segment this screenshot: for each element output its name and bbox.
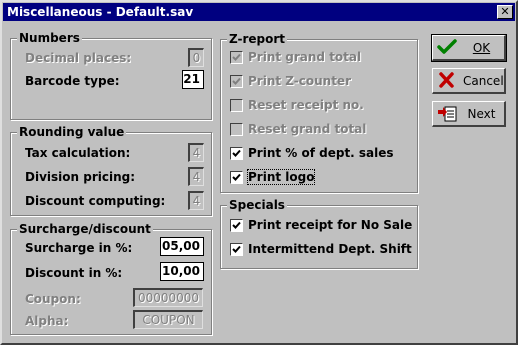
discount-computing-label: Discount computing: <box>25 194 166 208</box>
checkbox-box[interactable] <box>230 219 243 232</box>
checkbox-label: Reset grand total <box>248 122 367 136</box>
specials-legend: Specials <box>227 198 287 212</box>
decimal-places-label: Decimal places: <box>25 51 132 65</box>
checkbox-box[interactable] <box>230 123 243 136</box>
checkbox-box[interactable] <box>230 51 243 64</box>
x-icon <box>437 72 457 91</box>
cancel-button[interactable]: Cancel <box>432 68 506 94</box>
discount-pct-label: Discount in %: <box>25 266 123 280</box>
division-pricing-field[interactable]: 4 <box>188 167 204 186</box>
window-title: Miscellaneous - Default.sav <box>7 5 194 19</box>
surcharge-pct-field[interactable]: 05,00 <box>160 237 204 256</box>
rounding-group: Rounding value Tax calculation: 4 Divisi… <box>10 125 212 216</box>
miscellaneous-dialog: Miscellaneous - Default.sav ✕ Numbers De… <box>0 0 518 345</box>
title-bar[interactable]: Miscellaneous - Default.sav ✕ <box>3 3 515 21</box>
checkbox-box[interactable] <box>230 75 243 88</box>
alpha-field[interactable]: COUPON <box>133 310 203 329</box>
ok-label: OK <box>472 41 491 55</box>
checkbox-label: Intermittend Dept. Shift <box>248 242 412 256</box>
checkbox-label: Print % of dept. sales <box>248 146 394 160</box>
barcode-type-label: Barcode type: <box>25 74 120 88</box>
specials-group: Specials Print receipt for No Sale Interm… <box>220 198 418 269</box>
checkbox-label: Reset receipt no. <box>248 98 364 112</box>
ok-button[interactable]: OK <box>431 34 507 62</box>
coupon-field[interactable]: 00000000 <box>133 288 203 307</box>
alpha-label: Alpha: <box>25 314 69 328</box>
next-page-icon <box>437 105 459 126</box>
coupon-label: Coupon: <box>25 292 81 306</box>
rounding-legend: Rounding value <box>17 125 127 139</box>
checkbox-label: Print Z-counter <box>248 74 351 88</box>
checkbox-box[interactable] <box>230 99 243 112</box>
division-pricing-label: Division pricing: <box>25 170 136 184</box>
next-button[interactable]: Next <box>432 101 506 127</box>
discount-computing-field[interactable]: 4 <box>188 191 204 210</box>
surcharge-discount-legend: Surcharge/discount <box>17 222 153 236</box>
z-report-group: Z-report Print grand total Print Z-counte… <box>220 32 418 193</box>
surcharge-pct-label: Surcharge in %: <box>25 241 133 255</box>
checkbox-label: Print grand total <box>248 50 362 64</box>
check-mark-icon <box>232 149 241 157</box>
checkbox-label: Print receipt for No Sale <box>248 218 413 232</box>
checkbox-box[interactable] <box>230 147 243 160</box>
tax-calculation-label: Tax calculation: <box>25 146 131 160</box>
close-button[interactable]: ✕ <box>497 5 513 19</box>
next-label: Next <box>467 107 496 121</box>
checkbox-box[interactable] <box>230 171 243 184</box>
checkmark-icon <box>437 39 457 58</box>
barcode-type-field[interactable]: 21 <box>182 70 204 89</box>
check-mark-icon <box>232 245 241 253</box>
discount-pct-field[interactable]: 10,00 <box>160 262 204 281</box>
numbers-legend: Numbers <box>17 31 82 45</box>
check-mark-icon <box>232 173 241 181</box>
checkbox-label: Print logo <box>246 169 316 185</box>
close-icon: ✕ <box>500 5 510 18</box>
check-mark-icon <box>232 77 241 85</box>
tax-calculation-field[interactable]: 4 <box>188 143 204 162</box>
surcharge-discount-group: Surcharge/discount Surcharge in %: 05,00… <box>10 222 212 335</box>
z-report-legend: Z-report <box>227 32 288 46</box>
check-mark-icon <box>232 221 241 229</box>
numbers-group: Numbers Decimal places: 0 Barcode type: … <box>10 31 212 120</box>
decimal-places-field[interactable]: 0 <box>188 48 204 67</box>
cancel-label: Cancel <box>463 74 504 88</box>
checkbox-box[interactable] <box>230 243 243 256</box>
check-mark-icon <box>232 53 241 61</box>
